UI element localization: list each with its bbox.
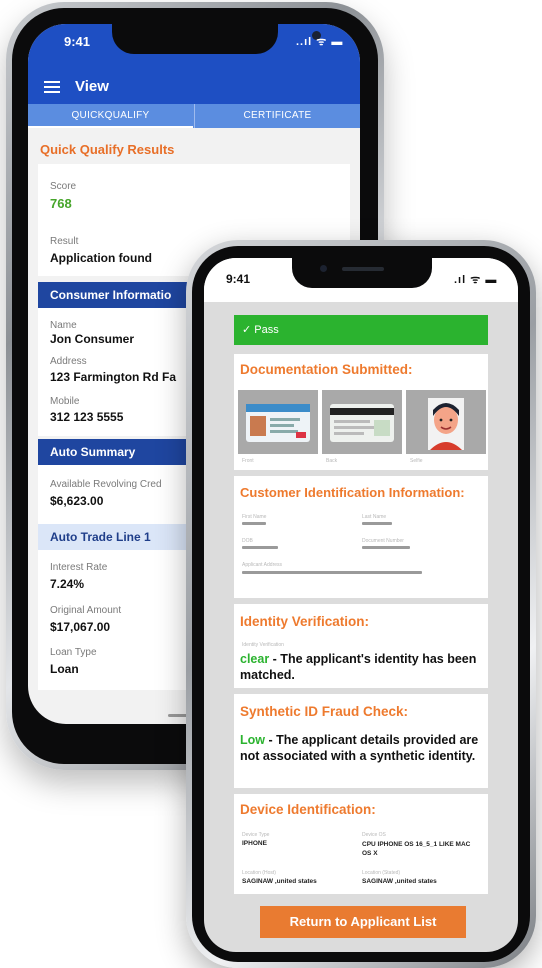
doc-number-label: Document Number <box>362 538 404 544</box>
doc-label-back: Back <box>326 458 338 464</box>
doc-label-front: Front <box>242 458 254 464</box>
original-amount-label: Original Amount <box>50 605 122 616</box>
address-value: 123 Farmington Rd Fa <box>50 370 177 384</box>
front-phone-notch <box>292 258 432 288</box>
customer-id-title: Customer Identification Information: <box>240 485 465 500</box>
mobile-label: Mobile <box>50 396 80 407</box>
status-time: 9:41 <box>64 34 91 49</box>
status-icons: .ıl ᯤ ▬ <box>454 274 498 286</box>
id-card-front-icon <box>246 404 310 442</box>
identity-verification-card: Identity Verification: Identity Verifica… <box>234 604 488 688</box>
synthetic-text: - The applicant details provided are not… <box>240 733 479 763</box>
documentation-card: Documentation Submitted: Front Back Self… <box>234 354 488 470</box>
score-label: Score <box>50 181 77 192</box>
device-id-card: Device Identification: Device Type IPHON… <box>234 794 488 894</box>
result-label: Result <box>50 236 79 247</box>
id-card-back-icon <box>330 404 394 442</box>
pass-status-banner: ✓ Pass <box>234 315 488 345</box>
idv-text: - The applicant's identity has been matc… <box>240 652 477 682</box>
hamburger-menu-icon[interactable] <box>44 81 60 93</box>
selfie-image[interactable] <box>406 390 486 454</box>
loan-type-value: Loan <box>50 662 79 676</box>
revolving-value: $6,623.00 <box>50 494 104 508</box>
synthetic-id-card: Synthetic ID Fraud Check: Low - The appl… <box>234 694 488 788</box>
original-amount-value: $17,067.00 <box>50 620 111 634</box>
synthetic-status: Low <box>240 733 265 747</box>
location-ip-value: SAGINAW ,united states <box>242 878 317 885</box>
device-title: Device Identification: <box>240 802 376 817</box>
id-front-image[interactable] <box>238 390 318 454</box>
back-phone-notch <box>112 24 321 54</box>
first-name-label: First Name <box>242 514 267 520</box>
id-back-image[interactable] <box>322 390 402 454</box>
interest-label: Interest Rate <box>50 562 108 573</box>
device-type-value: IPHONE <box>242 840 267 847</box>
synthetic-title: Synthetic ID Fraud Check: <box>240 704 409 719</box>
location-ip-label: Location (Host) <box>242 870 276 876</box>
dob-label: DOB <box>242 538 253 544</box>
mobile-value: 312 123 5555 <box>50 410 124 424</box>
doc-number-value <box>362 546 410 549</box>
status-icons: ..ıl ᯤ ▬ <box>296 36 344 48</box>
selfie-face-icon <box>428 398 464 450</box>
interest-value: 7.24% <box>50 577 85 591</box>
dob-value <box>242 546 278 549</box>
status-time: 9:41 <box>226 272 251 286</box>
revolving-label: Available Revolving Cred <box>50 479 162 490</box>
synthetic-result: Low - The applicant details provided are… <box>240 732 486 764</box>
doc-label-selfie: Selfie <box>410 458 423 464</box>
location-value: SAGINAW ,united states <box>362 878 437 885</box>
name-value: Jon Consumer <box>50 332 135 346</box>
device-os-label: Device OS <box>362 832 386 838</box>
return-to-applicant-list-button[interactable]: Return to Applicant List <box>260 906 466 938</box>
result-value: Application found <box>50 251 152 265</box>
idv-result: clear - The applicant's identity has bee… <box>240 651 484 683</box>
address-value <box>242 571 422 574</box>
tab-bar: QUICKQUALIFY CERTIFICATE <box>28 104 360 128</box>
device-type-label: Device Type <box>242 832 270 838</box>
camera-icon <box>320 265 327 272</box>
first-name-value <box>242 522 266 525</box>
tab-quickqualify[interactable]: QUICKQUALIFY <box>28 104 193 128</box>
idv-title: Identity Verification: <box>240 614 370 629</box>
idv-status: clear <box>240 652 270 666</box>
last-name-value <box>362 522 392 525</box>
loan-type-label: Loan Type <box>50 647 97 658</box>
idv-sublabel: Identity Verification <box>242 642 284 648</box>
score-value: 768 <box>50 196 72 211</box>
front-phone-screen: 9:41 .ıl ᯤ ▬ ✓ Pass Documentation Submit… <box>204 258 518 952</box>
device-os-value: CPU IPHONE OS 16_5_1 LIKE MAC OS X <box>362 841 471 857</box>
documentation-title: Documentation Submitted: <box>240 362 413 377</box>
section-title: Quick Qualify Results <box>40 142 175 157</box>
header-title: View <box>75 78 109 95</box>
last-name-label: Last Name <box>362 514 387 520</box>
address-label: Applicant Address <box>242 562 283 568</box>
tab-certificate[interactable]: CERTIFICATE <box>194 104 360 128</box>
customer-id-card: Customer Identification Information: Fir… <box>234 476 488 598</box>
name-label: Name <box>50 320 77 331</box>
address-label: Address <box>50 356 87 367</box>
speaker-grille <box>342 267 384 271</box>
location-label: Location (Stated) <box>362 870 401 876</box>
